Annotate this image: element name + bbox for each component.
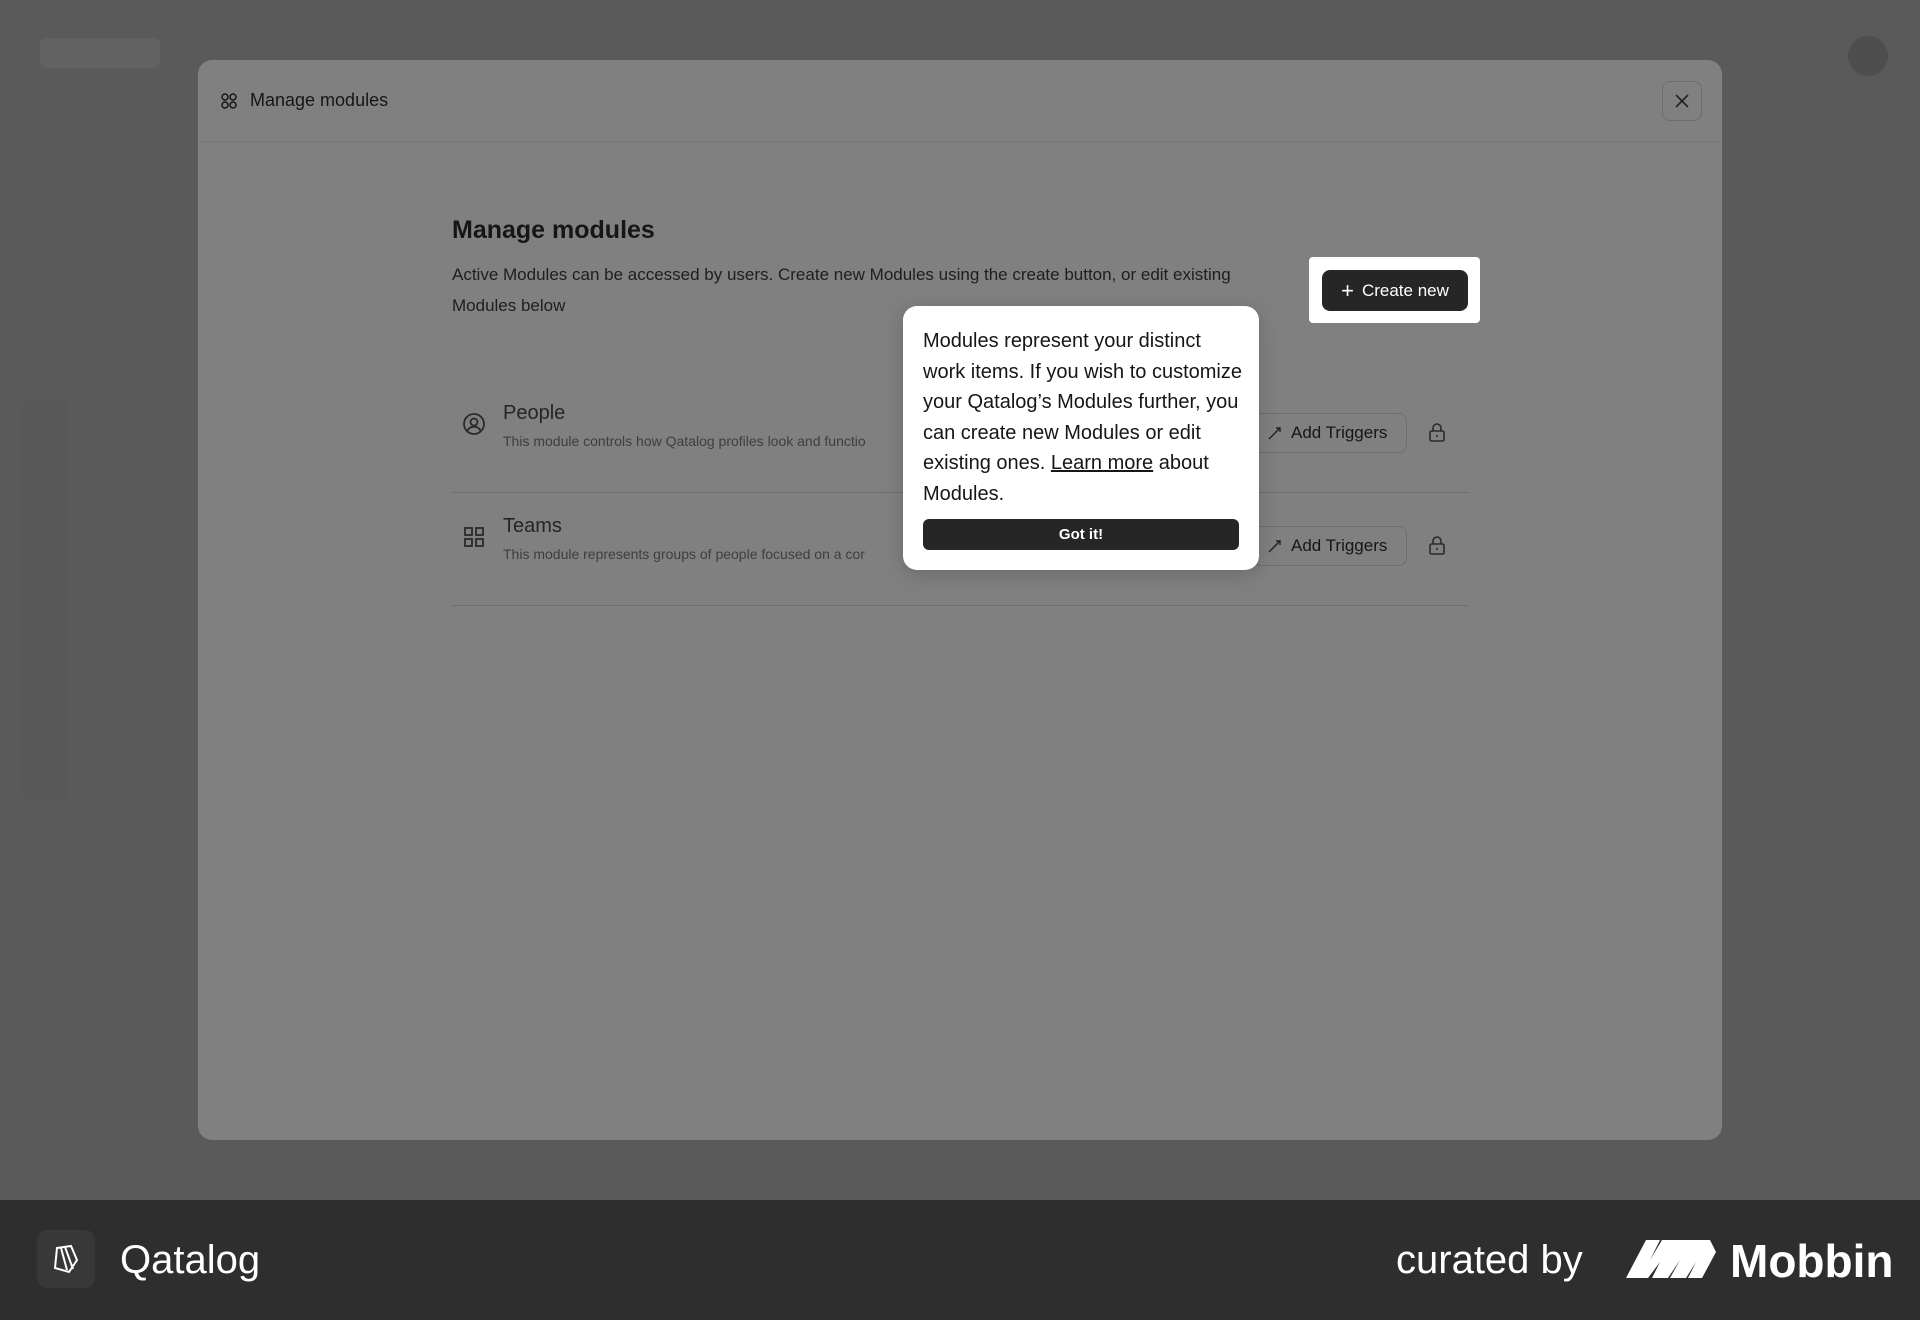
- add-triggers-label: Add Triggers: [1291, 536, 1388, 555]
- onboarding-tooltip: Modules represent your distinct work ite…: [903, 306, 1259, 570]
- mobbin-logo-icon: [1626, 1240, 1716, 1278]
- trigger-icon: [1268, 540, 1281, 553]
- page-title: Manage modules: [452, 216, 655, 244]
- grid-icon: [464, 527, 484, 547]
- modules-icon: [221, 92, 237, 109]
- close-button[interactable]: [1662, 81, 1702, 121]
- add-triggers-label: Add Triggers: [1291, 423, 1388, 442]
- learn-more-link[interactable]: Learn more: [1051, 452, 1153, 474]
- tooltip-body: Modules represent your distinct work ite…: [923, 326, 1243, 509]
- close-icon: [1675, 94, 1689, 108]
- lock-icon[interactable]: [1426, 535, 1448, 557]
- add-triggers-button[interactable]: Add Triggers: [1252, 526, 1407, 566]
- got-it-button[interactable]: Got it!: [923, 519, 1239, 550]
- add-triggers-button[interactable]: Add Triggers: [1252, 413, 1407, 453]
- app-name: Qatalog: [120, 1238, 261, 1282]
- create-new-highlight: + Create new: [1309, 257, 1480, 323]
- module-description: This module represents groups of people …: [503, 546, 865, 562]
- mobbin-brand: Mobbin: [1730, 1235, 1894, 1287]
- modal-header-title: Manage modules: [250, 90, 389, 110]
- background-logo: [40, 38, 160, 68]
- module-name: People: [503, 402, 566, 424]
- user-circle-icon: [463, 413, 485, 435]
- trigger-icon: [1268, 427, 1281, 440]
- modal-header: Manage modules: [198, 60, 1722, 142]
- curated-by-label: curated by: [1396, 1238, 1583, 1282]
- manage-modules-modal: Manage modules Manage modules Active Mod…: [198, 60, 1722, 1140]
- qatalog-logo-icon: [37, 1230, 95, 1288]
- create-new-label: Create new: [1361, 280, 1449, 300]
- lock-icon[interactable]: [1426, 422, 1448, 444]
- plus-icon: +: [1341, 277, 1354, 303]
- footer-bar: Qatalog curated by Mobbin: [0, 1200, 1920, 1320]
- module-name: Teams: [503, 515, 562, 537]
- background-sidebar: [22, 400, 68, 800]
- module-description: This module controls how Qatalog profile…: [503, 433, 866, 449]
- create-new-button[interactable]: + Create new: [1322, 270, 1468, 311]
- background-avatar: [1848, 36, 1888, 76]
